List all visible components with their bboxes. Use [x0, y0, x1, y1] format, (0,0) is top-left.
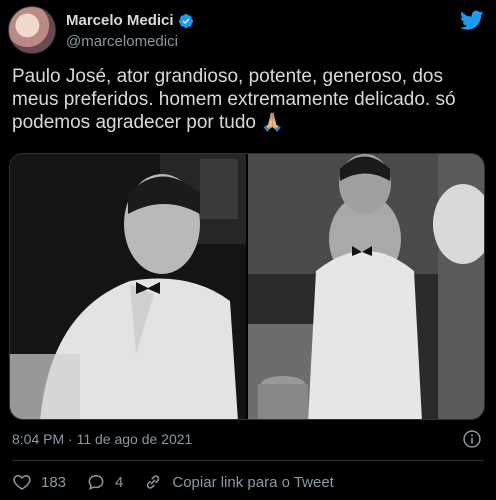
- photo-right-illustration: [248, 154, 484, 419]
- verified-badge-icon: [178, 13, 193, 28]
- tweet-header: Marcelo Medici @marcelomedici: [8, 6, 488, 54]
- author-name-row: Marcelo Medici: [66, 12, 194, 29]
- info-icon[interactable]: [462, 429, 482, 449]
- author-handle[interactable]: @marcelomedici: [66, 33, 178, 50]
- avatar[interactable]: [8, 6, 56, 54]
- link-icon: [147, 475, 160, 489]
- divider: [12, 460, 484, 461]
- tweet-text: Paulo José, ator grandioso, potente, gen…: [12, 65, 486, 134]
- reply-button[interactable]: 4: [86, 472, 123, 492]
- photo-left[interactable]: [10, 154, 246, 419]
- author-name[interactable]: Marcelo Medici: [66, 12, 174, 29]
- reply-icon: [88, 474, 104, 490]
- tweet-media[interactable]: [9, 153, 485, 420]
- photo-left-illustration: [10, 154, 246, 419]
- copy-link-label: Copiar link para o Tweet: [172, 473, 334, 491]
- photo-right[interactable]: [248, 154, 484, 419]
- tweet-actions: 183 4 Copiar link para o Tweet: [12, 470, 354, 494]
- like-count: 183: [41, 473, 67, 491]
- twitter-bird-icon[interactable]: [460, 8, 484, 32]
- folded-hands-emoji: 🙏🏼: [261, 112, 284, 132]
- like-button[interactable]: 183: [12, 472, 66, 492]
- heart-icon: [13, 474, 31, 490]
- reply-count: 4: [115, 473, 124, 491]
- copy-link-button[interactable]: Copiar link para o Tweet: [143, 472, 334, 492]
- tweet-timestamp[interactable]: 8:04 PM · 11 de ago de 2021: [12, 431, 192, 447]
- tweet-body: Paulo José, ator grandioso, potente, gen…: [12, 66, 456, 133]
